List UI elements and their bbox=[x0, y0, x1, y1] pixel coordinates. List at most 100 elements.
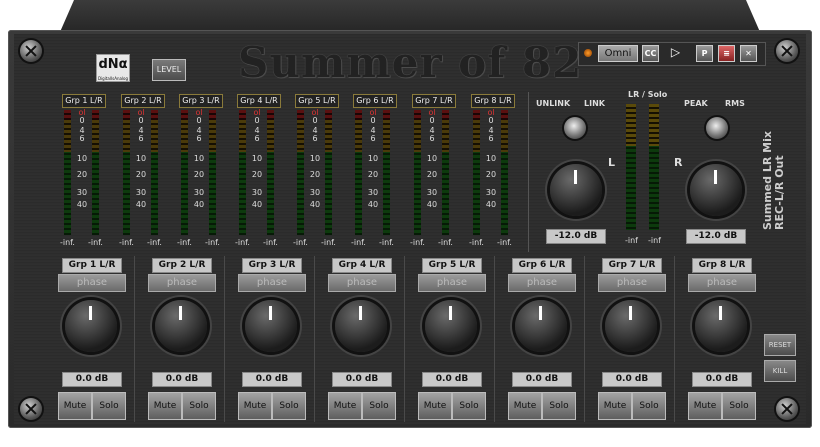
link-toggle[interactable] bbox=[564, 117, 586, 139]
meter-bar bbox=[64, 110, 71, 235]
strip-name: Grp 5 L/R bbox=[422, 258, 482, 273]
meter-scale-tick: 6 bbox=[429, 134, 435, 143]
mute-button[interactable]: Mute bbox=[598, 392, 632, 420]
peak-rms-toggle[interactable] bbox=[706, 117, 728, 139]
strip-name: Grp 3 L/R bbox=[242, 258, 302, 273]
meter-peak-zone bbox=[297, 110, 304, 120]
level-button[interactable]: LEVEL bbox=[152, 59, 186, 81]
meter-inf-label: -inf. bbox=[205, 238, 220, 247]
channel-strip: Grp 2 L/R phase 0.0 dB Mute Solo bbox=[138, 256, 225, 422]
meter-scale-tick: 0 bbox=[429, 116, 435, 125]
meter-inf-label: -inf. bbox=[497, 238, 512, 247]
meter-group-label: Grp 3 L/R bbox=[179, 94, 223, 108]
phase-button[interactable]: phase bbox=[328, 274, 396, 292]
gain-knob[interactable] bbox=[425, 300, 477, 352]
gain-knob[interactable] bbox=[155, 300, 207, 352]
meter-bar bbox=[414, 110, 421, 235]
phase-button[interactable]: phase bbox=[148, 274, 216, 292]
peak-label: PEAK bbox=[684, 99, 708, 108]
rack-screw-icon bbox=[776, 40, 798, 62]
preset-selector[interactable]: Omni bbox=[598, 45, 638, 62]
meter-scale-tick: 20 bbox=[193, 170, 205, 179]
link-label: LINK bbox=[584, 99, 605, 108]
master-right-readout: -12.0 dB bbox=[686, 229, 746, 244]
master-meter-warning-zone bbox=[626, 104, 636, 146]
meter-scale-tick: 0 bbox=[138, 116, 144, 125]
meter-inf-label: -inf. bbox=[88, 238, 103, 247]
solo-button[interactable]: Solo bbox=[632, 392, 666, 420]
meter-inf-label: -inf. bbox=[379, 238, 394, 247]
kill-button[interactable]: KILL bbox=[764, 360, 796, 382]
phase-button[interactable]: phase bbox=[508, 274, 576, 292]
gain-readout: 0.0 dB bbox=[152, 372, 212, 387]
solo-button[interactable]: Solo bbox=[362, 392, 396, 420]
phase-button[interactable]: phase bbox=[688, 274, 756, 292]
solo-button[interactable]: Solo bbox=[182, 392, 216, 420]
channel-strip: Grp 5 L/R phase 0.0 dB Mute Solo bbox=[408, 256, 495, 422]
close-icon[interactable]: ✕ bbox=[740, 45, 757, 62]
master-left-knob[interactable] bbox=[550, 164, 602, 216]
meter-scale-tick: 6 bbox=[488, 134, 494, 143]
meter-inf-label: -inf. bbox=[351, 238, 366, 247]
meter-scale-tick: 20 bbox=[251, 170, 263, 179]
phase-button[interactable]: phase bbox=[58, 274, 126, 292]
gain-knob[interactable] bbox=[65, 300, 117, 352]
meter-scale-tick: 6 bbox=[254, 134, 260, 143]
strip-name: Grp 4 L/R bbox=[332, 258, 392, 273]
channel-strip: Grp 6 L/R phase 0.0 dB Mute Solo bbox=[498, 256, 585, 422]
solo-button[interactable]: Solo bbox=[542, 392, 576, 420]
mute-button[interactable]: Mute bbox=[238, 392, 272, 420]
meter-peak-zone bbox=[64, 110, 71, 120]
mute-button[interactable]: Mute bbox=[58, 392, 92, 420]
meter-warning-zone bbox=[383, 120, 390, 152]
gain-knob[interactable] bbox=[335, 300, 387, 352]
solo-button[interactable]: Solo bbox=[92, 392, 126, 420]
master-meter-bar bbox=[626, 104, 636, 230]
meter-warning-zone bbox=[473, 120, 480, 152]
gain-knob[interactable] bbox=[245, 300, 297, 352]
solo-button[interactable]: Solo bbox=[272, 392, 306, 420]
mute-button[interactable]: Mute bbox=[418, 392, 452, 420]
mute-button[interactable]: Mute bbox=[688, 392, 722, 420]
cc-button[interactable]: CC bbox=[642, 45, 659, 62]
meter-peak-zone bbox=[92, 110, 99, 120]
meter-peak-zone bbox=[325, 110, 332, 120]
mute-button[interactable]: Mute bbox=[508, 392, 542, 420]
mute-button[interactable]: Mute bbox=[148, 392, 182, 420]
meter-bar bbox=[239, 110, 246, 235]
channel-strip: Grp 8 L/R phase 0.0 dB Mute Solo bbox=[678, 256, 764, 422]
meter-inf-label: -inf. bbox=[177, 238, 192, 247]
phase-button[interactable]: phase bbox=[598, 274, 666, 292]
gain-knob[interactable] bbox=[695, 300, 747, 352]
meter-inf-label: -inf. bbox=[293, 238, 308, 247]
gain-readout: 0.0 dB bbox=[62, 372, 122, 387]
phase-button[interactable]: phase bbox=[418, 274, 486, 292]
meter-scale-tick: 6 bbox=[79, 134, 85, 143]
speaker-icon[interactable]: ▷ bbox=[668, 45, 683, 60]
gain-readout: 0.0 dB bbox=[692, 372, 752, 387]
mute-button[interactable]: Mute bbox=[328, 392, 362, 420]
solo-button[interactable]: Solo bbox=[722, 392, 756, 420]
meter-peak-zone bbox=[181, 110, 188, 120]
meter-warning-zone bbox=[442, 120, 449, 152]
master-right-knob[interactable] bbox=[690, 164, 742, 216]
meter-peak-zone bbox=[501, 110, 508, 120]
reset-button[interactable]: RESET bbox=[764, 334, 796, 356]
gain-knob[interactable] bbox=[515, 300, 567, 352]
meter-inf-label: -inf. bbox=[60, 238, 75, 247]
meter-scale-tick: 40 bbox=[135, 200, 147, 209]
meter-peak-zone bbox=[123, 110, 130, 120]
gain-knob[interactable] bbox=[605, 300, 657, 352]
meter-warning-zone bbox=[239, 120, 246, 152]
meter-group-label: Grp 1 L/R bbox=[62, 94, 106, 108]
meter-warning-zone bbox=[123, 120, 130, 152]
meter-scale-tick: 30 bbox=[135, 188, 147, 197]
solo-button[interactable]: Solo bbox=[452, 392, 486, 420]
minimize-icon[interactable]: ≡ bbox=[718, 45, 735, 62]
rack-screw-icon bbox=[20, 40, 42, 62]
p-button[interactable]: P bbox=[696, 45, 713, 62]
meter-warning-zone bbox=[414, 120, 421, 152]
vertical-title: Summed LR Mix REC-L/R Out bbox=[761, 131, 786, 230]
phase-button[interactable]: phase bbox=[238, 274, 306, 292]
meter-warning-zone bbox=[209, 120, 216, 152]
